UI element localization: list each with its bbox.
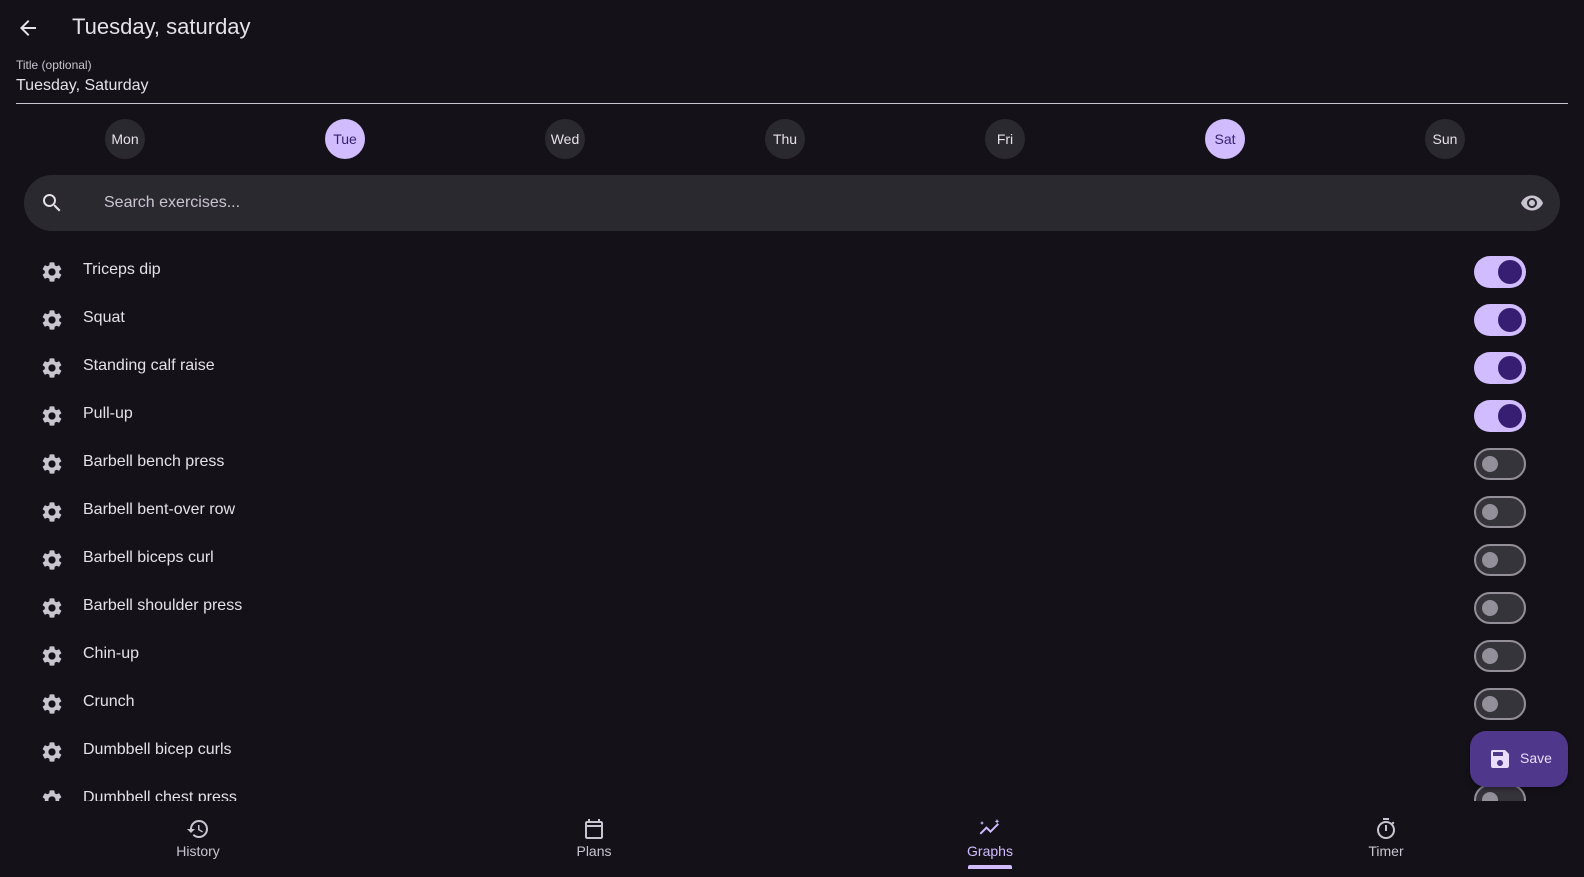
toggle-knob: [1482, 792, 1498, 801]
gear-icon[interactable]: [40, 452, 64, 476]
exercise-toggle[interactable]: [1474, 544, 1526, 576]
exercise-toggle[interactable]: [1474, 688, 1526, 720]
gear-icon[interactable]: [40, 644, 64, 668]
toggle-knob: [1482, 456, 1498, 472]
exercise-row: Barbell biceps curl: [24, 536, 1560, 584]
exercise-name: Dumbbell chest press: [83, 789, 237, 801]
bottom-navigation: History Plans Graphs Timer: [0, 801, 1584, 877]
toggle-knob: [1482, 552, 1498, 568]
nav-timer[interactable]: Timer: [1326, 801, 1446, 877]
exercise-toggle[interactable]: [1474, 352, 1526, 384]
day-sun[interactable]: Sun: [1425, 119, 1465, 159]
toggle-knob: [1482, 648, 1498, 664]
arrow-back-icon: [20, 20, 36, 36]
gear-icon[interactable]: [40, 788, 64, 801]
exercise-name: Barbell shoulder press: [83, 597, 243, 614]
exercise-name: Barbell biceps curl: [83, 549, 214, 566]
active-indicator: [968, 865, 1012, 869]
exercise-toggle[interactable]: [1474, 400, 1526, 432]
gear-icon[interactable]: [40, 740, 64, 764]
gear-icon[interactable]: [40, 500, 64, 524]
gear-icon[interactable]: [40, 404, 64, 428]
exercise-row: Standing calf raise: [24, 344, 1560, 392]
exercise-row: Triceps dip: [24, 248, 1560, 296]
exercise-row: Dumbbell bicep curls: [24, 728, 1560, 776]
toggle-knob: [1482, 600, 1498, 616]
nav-graphs[interactable]: Graphs: [930, 801, 1050, 877]
calendar-icon: [585, 819, 603, 839]
gear-icon[interactable]: [40, 596, 64, 620]
toggle-knob: [1482, 504, 1498, 520]
exercise-toggle[interactable]: [1474, 592, 1526, 624]
nav-plans[interactable]: Plans: [534, 801, 654, 877]
app-bar: Tuesday, saturday: [0, 0, 1584, 56]
save-label: Save: [1520, 750, 1552, 766]
exercise-row: Barbell bench press: [24, 440, 1560, 488]
gear-icon[interactable]: [40, 548, 64, 572]
eye-icon[interactable]: [1520, 191, 1544, 215]
exercise-name: Standing calf raise: [83, 357, 215, 374]
exercise-name: Pull-up: [83, 405, 133, 422]
page-title: Tuesday, saturday: [72, 14, 251, 39]
exercise-toggle[interactable]: [1474, 256, 1526, 288]
gear-icon[interactable]: [40, 260, 64, 284]
exercise-name: Triceps dip: [83, 261, 161, 278]
exercise-row: Chin-up: [24, 632, 1560, 680]
day-selector: Mon Tue Wed Thu Fri Sat Sun: [14, 119, 1570, 161]
nav-history[interactable]: History: [138, 801, 258, 877]
nav-label-graphs: Graphs: [967, 843, 1013, 859]
day-mon[interactable]: Mon: [105, 119, 145, 159]
exercise-name: Squat: [83, 309, 125, 326]
exercise-row: Crunch: [24, 680, 1560, 728]
exercise-row: Barbell bent-over row: [24, 488, 1560, 536]
exercise-name: Dumbbell bicep curls: [83, 741, 232, 758]
exercise-row: Pull-up: [24, 392, 1560, 440]
day-fri[interactable]: Fri: [985, 119, 1025, 159]
day-wed[interactable]: Wed: [545, 119, 585, 159]
title-field[interactable]: Title (optional): [16, 57, 1568, 104]
exercise-row: Dumbbell chest press: [24, 776, 1560, 801]
title-input[interactable]: [16, 77, 1568, 95]
gear-icon[interactable]: [40, 692, 64, 716]
graph-icon: [979, 819, 1000, 835]
history-icon: [187, 820, 208, 838]
exercise-name: Crunch: [83, 693, 135, 710]
back-button[interactable]: [12, 12, 44, 44]
search-input[interactable]: [104, 191, 1484, 215]
day-thu[interactable]: Thu: [765, 119, 805, 159]
toggle-knob: [1498, 356, 1522, 380]
nav-label-history: History: [176, 843, 220, 859]
search-icon: [43, 194, 61, 212]
exercise-toggle[interactable]: [1474, 496, 1526, 528]
toggle-knob: [1498, 404, 1522, 428]
day-tue[interactable]: Tue: [325, 119, 365, 159]
exercise-row: Squat: [24, 296, 1560, 344]
exercise-toggle[interactable]: [1474, 640, 1526, 672]
day-sat[interactable]: Sat: [1205, 119, 1245, 159]
exercise-toggle[interactable]: [1474, 304, 1526, 336]
nav-label-plans: Plans: [576, 843, 612, 859]
exercise-list: Triceps dip Squat Standing calf raise Pull-…: [24, 248, 1560, 801]
toggle-knob: [1482, 696, 1498, 712]
exercise-name: Barbell bench press: [83, 453, 225, 470]
gear-icon[interactable]: [40, 308, 64, 332]
exercise-name: Chin-up: [83, 645, 140, 662]
exercise-row: Barbell shoulder press: [24, 584, 1560, 632]
search-bar[interactable]: [24, 175, 1560, 231]
exercise-name: Barbell bent-over row: [83, 501, 236, 518]
exercise-toggle[interactable]: [1474, 448, 1526, 480]
toggle-knob: [1498, 308, 1522, 332]
toggle-knob: [1498, 260, 1522, 284]
title-field-label: Title (optional): [16, 58, 92, 72]
save-button[interactable]: Save: [1470, 731, 1568, 787]
gear-icon[interactable]: [40, 356, 64, 380]
nav-label-timer: Timer: [1368, 843, 1404, 859]
save-icon: [1491, 750, 1509, 768]
timer-icon: [1377, 818, 1395, 839]
